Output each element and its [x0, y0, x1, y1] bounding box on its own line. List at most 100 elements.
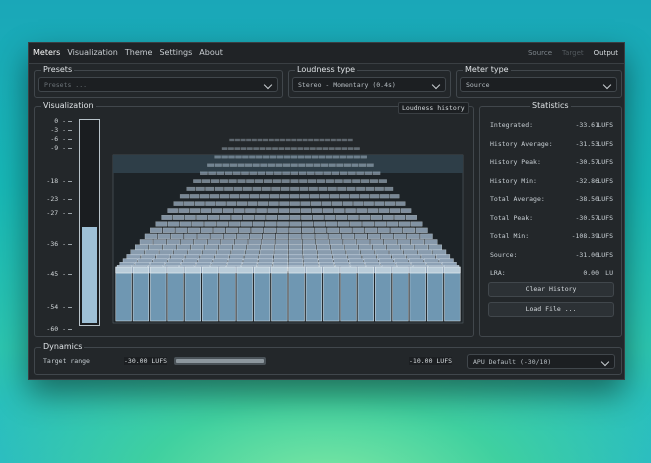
- presets-title: Presets: [41, 65, 75, 74]
- history-cell: [207, 239, 221, 245]
- history-cell: [221, 155, 228, 159]
- history-cell: [362, 221, 374, 227]
- history-cell: [186, 186, 196, 191]
- history-cell: [302, 233, 315, 240]
- history-bar: [184, 272, 201, 322]
- stat-unit: LUFS: [597, 195, 613, 203]
- output-toggle[interactable]: Output: [594, 49, 618, 57]
- history-cell: [211, 208, 223, 213]
- meter-type-combo[interactable]: Source: [460, 77, 617, 92]
- menu-visualization[interactable]: Visualization: [67, 48, 118, 57]
- stat-value: -30.57: [575, 213, 599, 222]
- target-range-slider[interactable]: [174, 357, 266, 365]
- stat-label: History Average:: [490, 139, 553, 148]
- history-cell: [267, 163, 275, 167]
- history-cell: [305, 163, 313, 167]
- history-cell: [311, 155, 319, 159]
- menu-about[interactable]: About: [199, 48, 223, 57]
- history-cell: [325, 155, 333, 159]
- history-cell: [284, 147, 291, 150]
- history-cell: [263, 227, 276, 233]
- history-bar: [219, 272, 236, 322]
- loudness-type-combo[interactable]: Stereo - Momentary (0.4s): [292, 77, 446, 92]
- menu-meters[interactable]: Meters: [33, 48, 60, 57]
- history-bar-cap: [305, 266, 323, 274]
- history-cell: [319, 138, 325, 142]
- history-cell: [356, 171, 364, 175]
- history-cell: [208, 171, 216, 175]
- history-cell: [367, 233, 381, 240]
- history-cell: [261, 186, 271, 191]
- history-cell: [247, 147, 253, 150]
- load-file-button[interactable]: Load File ...: [488, 302, 614, 317]
- history-cell: [297, 155, 305, 159]
- stat-unit: LUFS: [597, 158, 613, 166]
- history-cell: [265, 171, 274, 175]
- history-cell: [374, 221, 387, 227]
- history-cell: [301, 227, 314, 233]
- history-cell: [347, 138, 353, 142]
- history-cell: [360, 194, 370, 199]
- stat-label: Integrated:: [490, 121, 534, 129]
- history-cell: [334, 179, 343, 183]
- dynamics-preset-combo[interactable]: APU Default (-30/10): [467, 354, 615, 369]
- history-cell: [208, 215, 219, 220]
- history-cell: [238, 227, 251, 233]
- history-cell: [249, 171, 257, 175]
- history-cell: [189, 208, 201, 213]
- history-cell: [291, 138, 297, 142]
- history-cell: [282, 171, 290, 175]
- history-bar-cap: [375, 266, 392, 274]
- clear-history-button[interactable]: Clear History: [488, 282, 614, 297]
- history-cell: [394, 233, 407, 240]
- history-cell: [260, 194, 270, 199]
- target-toggle[interactable]: Target: [562, 49, 584, 57]
- history-cell: [307, 171, 315, 175]
- history-cell: [228, 155, 235, 159]
- stat-row: Integrated: -33.61 LUFS: [490, 121, 613, 129]
- history-bar: [426, 272, 444, 322]
- history-cell: [336, 138, 342, 142]
- loudness-history-button[interactable]: Loudness history: [398, 102, 469, 114]
- history-cell: [167, 221, 180, 227]
- history-cell: [300, 201, 311, 206]
- history-cell: [245, 208, 256, 213]
- history-cell: [200, 208, 212, 213]
- stat-value: -30.57: [575, 158, 599, 166]
- history-cell: [274, 244, 289, 251]
- history-cell: [310, 147, 316, 150]
- stat-unit: LUFS: [597, 250, 613, 259]
- history-cell: [289, 221, 301, 227]
- history-cell: [243, 186, 252, 191]
- history-cell: [202, 179, 211, 183]
- history-cell: [189, 194, 200, 199]
- history-cell: [220, 194, 230, 199]
- history-cell: [252, 221, 265, 227]
- stat-unit: LUFS: [597, 176, 613, 185]
- menu-theme[interactable]: Theme: [125, 48, 153, 57]
- history-cell: [226, 201, 237, 206]
- presets-combo[interactable]: Presets ...: [38, 77, 278, 92]
- history-cell: [242, 215, 254, 220]
- history-cell: [219, 179, 228, 183]
- history-cell: [196, 215, 208, 220]
- history-cell: [219, 215, 231, 220]
- source-toggle[interactable]: Source: [528, 49, 552, 57]
- history-cell: [350, 194, 360, 199]
- history-cell: [275, 239, 289, 245]
- history-cell: [144, 233, 158, 240]
- menu-settings[interactable]: Settings: [159, 48, 192, 57]
- history-cell: [200, 227, 213, 233]
- history-cell: [346, 155, 353, 159]
- stat-unit: LU: [605, 269, 613, 277]
- history-cell: [352, 227, 365, 233]
- history-cell: [223, 233, 236, 240]
- history-cell: [354, 147, 360, 150]
- history-cell: [316, 239, 330, 245]
- history-cell: [302, 138, 308, 142]
- history-bar: [392, 272, 409, 322]
- history-cell: [266, 215, 278, 220]
- menu-bar: Meters Visualization Theme Settings Abou…: [29, 43, 624, 64]
- history-bar-cap: [409, 266, 426, 274]
- history-cell: [289, 227, 302, 233]
